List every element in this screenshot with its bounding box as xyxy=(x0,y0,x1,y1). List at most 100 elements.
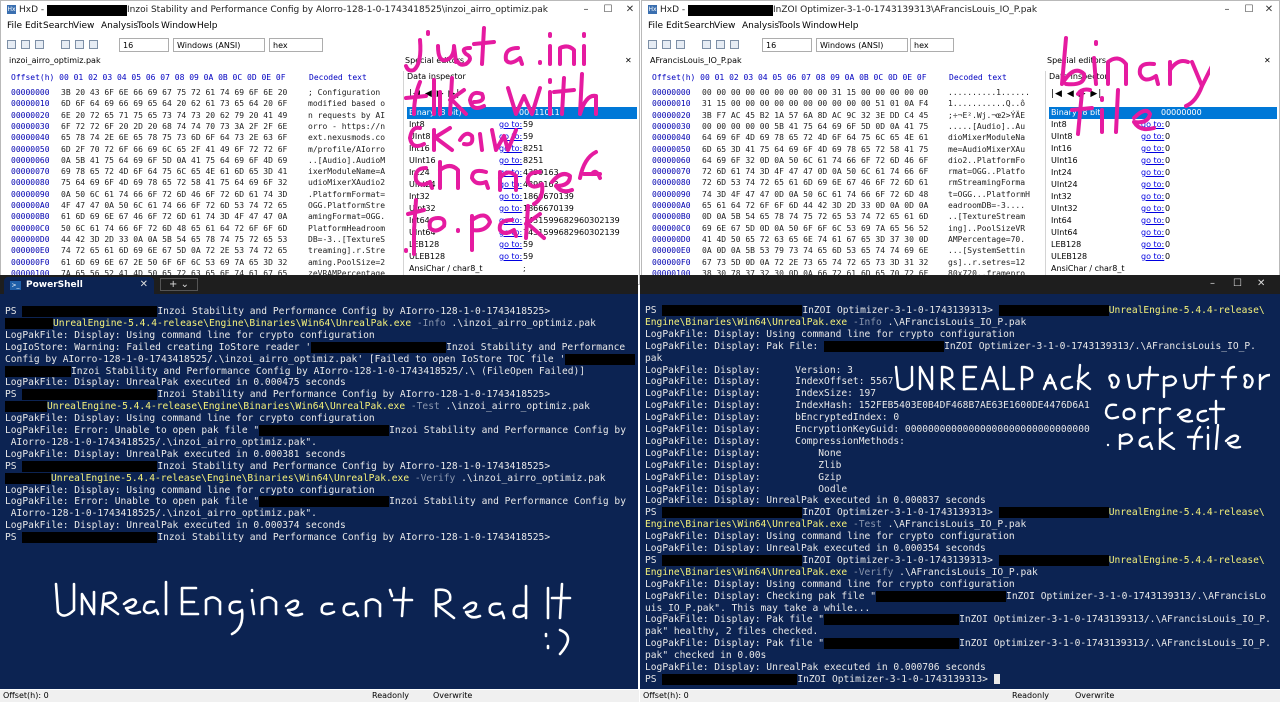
file-tab[interactable]: inzoi_airro_optimiz.pak xyxy=(9,56,101,69)
open-file-icon[interactable] xyxy=(662,40,671,49)
inspector-row[interactable]: UInt64 go to: 7451599682960302139 xyxy=(407,227,637,239)
menu-item-help[interactable]: Help xyxy=(197,21,218,31)
maximize-icon[interactable]: ☐ xyxy=(598,4,618,15)
row-bytes[interactable]: 65 61 64 72 6F 6F 6D 44 42 3D 2D 33 0D 0… xyxy=(702,200,928,211)
row-bytes[interactable]: 6D 65 3D 41 75 64 69 6F 4D 69 78 65 72 5… xyxy=(702,144,928,155)
charset-select[interactable]: Windows (ANSI) xyxy=(173,38,265,52)
row-decoded[interactable]: dioMixerModuleNa xyxy=(948,132,1025,143)
goto-link[interactable]: go to: xyxy=(1141,228,1164,237)
menu-item-analysis[interactable]: Analysis xyxy=(101,21,138,31)
inspector-row[interactable]: Int8 go to: 0 xyxy=(1049,119,1277,131)
goto-link[interactable]: go to: xyxy=(499,144,522,153)
row-decoded[interactable]: ;÷¬E².Wj.¬œ2>ÝÄE xyxy=(948,110,1025,121)
row-bytes[interactable]: 65 78 74 2E 6E 65 78 75 73 6D 6F 64 73 2… xyxy=(61,132,287,143)
row-decoded[interactable]: ixerModuleName=A xyxy=(308,166,385,177)
minimize-icon[interactable]: – xyxy=(1210,278,1215,289)
row-decoded[interactable]: modified based o xyxy=(308,98,385,109)
goto-link[interactable]: go to: xyxy=(499,180,522,189)
row-decoded[interactable]: ..[Audio].AudioM xyxy=(308,155,385,166)
row-bytes[interactable]: 0A 0D 0A 5B 53 79 73 74 65 6D 53 65 74 7… xyxy=(702,245,928,256)
inspector-row[interactable]: AnsiChar / char8_t xyxy=(1049,263,1277,275)
paste-icon[interactable] xyxy=(89,40,98,49)
powershell-left[interactable]: >_ PowerShell ✕ + ⌄ PS Inzoi Stability a… xyxy=(0,275,638,689)
row-decoded[interactable]: AMPercentage=70. xyxy=(948,234,1025,245)
row-decoded[interactable]: ..........1...... xyxy=(948,87,1030,98)
row-bytes[interactable]: 0D 0A 5B 54 65 78 74 75 72 65 53 74 72 6… xyxy=(702,211,928,222)
inspector-row[interactable]: LEB128 go to: 0 xyxy=(1049,239,1277,251)
row-decoded[interactable]: rmStreamingForma xyxy=(948,177,1025,188)
goto-link[interactable]: go to: xyxy=(1141,168,1164,177)
row-bytes[interactable]: 0A 5B 41 75 64 69 6F 5D 0A 41 75 64 69 6… xyxy=(61,155,287,166)
row-bytes[interactable]: 69 6E 67 5D 0D 0A 50 6F 6F 6C 53 69 7A 6… xyxy=(702,223,928,234)
goto-link[interactable]: go to: xyxy=(499,204,522,213)
mode-select[interactable]: hex xyxy=(910,38,954,52)
goto-link[interactable]: go to: xyxy=(499,168,522,177)
powershell-right[interactable]: PS InZOI Optimizer-3-1-0-1743139313> Unr… xyxy=(640,294,1280,689)
row-decoded[interactable]: ing]..PoolSizeVR xyxy=(948,223,1025,234)
row-decoded[interactable]: ..[TextureStream xyxy=(948,211,1025,222)
row-bytes[interactable]: 74 72 65 61 6D 69 6E 67 5D 0A 72 2E 53 7… xyxy=(61,245,287,256)
goto-link[interactable]: go to: xyxy=(1141,156,1164,165)
row-bytes[interactable]: 31 15 00 00 00 00 00 00 00 00 00 00 51 0… xyxy=(702,98,928,109)
goto-link[interactable]: go to: xyxy=(1141,120,1164,129)
goto-link[interactable]: go to: xyxy=(1141,216,1164,225)
row-bytes[interactable]: 64 69 6F 32 0D 0A 50 6C 61 74 66 6F 72 6… xyxy=(702,155,928,166)
goto-link[interactable]: go to: xyxy=(499,156,522,165)
inspector-row[interactable]: Int64 go to: 7451599682960302139 xyxy=(407,215,637,227)
row-decoded[interactable]: 1...........Q..ô xyxy=(948,98,1025,109)
row-bytes[interactable]: 6E 20 72 65 71 75 65 73 74 73 20 62 79 2… xyxy=(61,110,287,121)
row-decoded[interactable]: treaming].r.Stre xyxy=(308,245,385,256)
inspector-row[interactable]: Int8 go to: 59 xyxy=(407,119,637,131)
row-decoded[interactable]: eadroomDB=-3.... xyxy=(948,200,1025,211)
inspector-row[interactable]: Int64 go to: 0 xyxy=(1049,215,1277,227)
row-bytes[interactable]: 00 00 00 00 00 00 00 00 00 31 15 00 00 0… xyxy=(702,87,928,98)
new-file-icon[interactable] xyxy=(648,40,657,49)
row-decoded[interactable]: t=OGG...PlatformH xyxy=(948,189,1030,200)
inspector-row[interactable]: Int24 go to: 4399163 xyxy=(407,167,637,179)
menu-item-view[interactable]: View xyxy=(73,21,94,31)
row-decoded[interactable]: orro - https://n xyxy=(308,121,385,132)
menu-item-window[interactable]: Window xyxy=(802,21,838,31)
hex-grid[interactable]: 00000000 3B 20 43 6F 6E 66 69 67 75 72 61… xyxy=(11,87,396,284)
row-decoded[interactable]: m/profile/AIorro xyxy=(308,144,385,155)
row-bytes[interactable]: 00 00 00 00 00 5B 41 75 64 69 6F 5D 0D 0… xyxy=(702,121,928,132)
goto-link[interactable]: go to: xyxy=(499,216,522,225)
inspector-row[interactable]: Int16 go to: 8251 xyxy=(407,143,637,155)
hex-grid[interactable]: 00000000 00 00 00 00 00 00 00 00 00 31 15… xyxy=(652,87,1042,284)
goto-link[interactable]: go to: xyxy=(1141,252,1164,261)
file-tab[interactable]: AFrancisLouis_IO_P.pak xyxy=(650,56,742,69)
row-bytes[interactable]: 64 69 6F 4D 69 78 65 72 4D 6F 64 75 6C 6… xyxy=(702,132,928,143)
row-bytes[interactable]: 6D 2F 70 72 6F 66 69 6C 65 2F 41 49 6F 7… xyxy=(61,144,287,155)
row-bytes[interactable]: 61 6D 69 6E 67 2E 50 6F 6F 6C 53 69 7A 6… xyxy=(61,257,287,268)
panel-close-icon[interactable]: ✕ xyxy=(625,56,632,65)
menu-item-edit[interactable]: Edit xyxy=(666,21,683,31)
inspector-row[interactable]: Int24 go to: 0 xyxy=(1049,167,1277,179)
row-bytes[interactable]: 4F 47 47 0A 50 6C 61 74 66 6F 72 6D 53 7… xyxy=(61,200,287,211)
inspector-row[interactable]: UInt32 go to: 0 xyxy=(1049,203,1277,215)
maximize-icon[interactable]: ☐ xyxy=(1233,278,1242,289)
row-bytes[interactable]: 50 6C 61 74 66 6F 72 6D 48 65 61 64 72 6… xyxy=(61,223,287,234)
menu-item-tools[interactable]: Tools xyxy=(137,21,159,31)
menu-item-edit[interactable]: Edit xyxy=(25,21,42,31)
inspector-row[interactable]: UInt32 go to: 1866670139 xyxy=(407,203,637,215)
save-icon[interactable] xyxy=(35,40,44,49)
menu-item-file[interactable]: File xyxy=(7,21,22,31)
row-decoded[interactable]: DB=-3..[TextureS xyxy=(308,234,385,245)
menu-item-help[interactable]: Help xyxy=(838,21,859,31)
maximize-icon[interactable]: ☐ xyxy=(1239,4,1259,15)
inspector-row[interactable]: ULEB128 go to: 0 xyxy=(1049,251,1277,263)
inspector-row[interactable]: Binary (8 bit) 00111011 xyxy=(407,107,637,119)
tab-powershell[interactable]: >_ PowerShell ✕ xyxy=(4,277,154,294)
row-decoded[interactable]: .....[Audio]..Au xyxy=(948,121,1025,132)
menu-item-window[interactable]: Window xyxy=(161,21,197,31)
close-icon[interactable]: ✕ xyxy=(1259,4,1279,15)
panel-close-icon[interactable]: ✕ xyxy=(1264,56,1271,65)
inspector-row[interactable]: AnsiChar / char8_t; xyxy=(407,263,637,275)
goto-link[interactable]: go to: xyxy=(499,120,522,129)
close-icon[interactable]: ✕ xyxy=(620,4,639,15)
goto-link[interactable]: go to: xyxy=(1141,144,1164,153)
goto-link[interactable]: go to: xyxy=(1141,192,1164,201)
row-decoded[interactable]: ...[SystemSettin xyxy=(948,245,1025,256)
title-bar[interactable]: Hx HxD - Inzoi Stability and Performance… xyxy=(1,1,639,19)
menu-item-search[interactable]: Search xyxy=(684,21,715,31)
